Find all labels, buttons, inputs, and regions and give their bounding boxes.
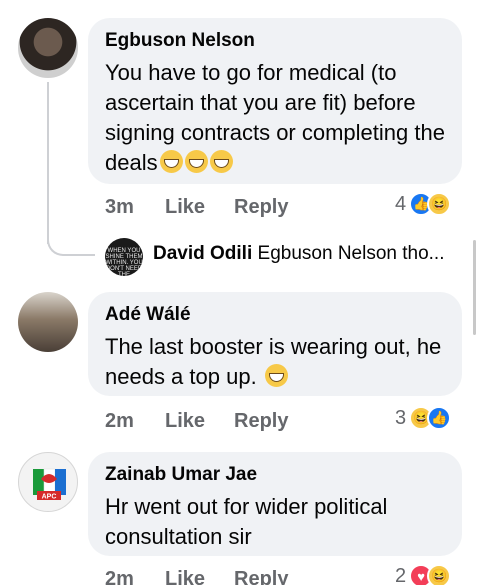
avatar-zainab-umar-jae[interactable]: APC bbox=[18, 452, 78, 512]
haha-icon: 😆 bbox=[427, 192, 452, 216]
comment-text: The last booster is wearing out, he need… bbox=[105, 334, 442, 389]
like-icon: 👍 bbox=[427, 406, 452, 430]
comment-time[interactable]: 3m bbox=[105, 196, 134, 219]
haha-icon: 😆 bbox=[427, 564, 452, 585]
reaction-count: 2 bbox=[395, 564, 407, 585]
reply-button[interactable]: Reply bbox=[234, 196, 288, 219]
thread-connector bbox=[47, 230, 95, 256]
scrollbar[interactable] bbox=[473, 240, 476, 335]
avatar-egbuson-nelson[interactable] bbox=[18, 18, 78, 78]
reaction-count: 3 bbox=[395, 406, 407, 429]
reactions-summary[interactable]: 4 👍 😆 bbox=[395, 191, 452, 217]
comment-author[interactable]: Adé Wálé bbox=[105, 304, 446, 326]
grin-emoji-icon bbox=[159, 150, 183, 173]
comment-time[interactable]: 2m bbox=[105, 568, 134, 585]
reply-button[interactable]: Reply bbox=[234, 568, 288, 585]
reactions-summary[interactable]: 2 ♥ 😆 bbox=[395, 563, 452, 585]
reactions-summary[interactable]: 3 😆 👍 bbox=[395, 405, 452, 431]
reply-snippet: Egbuson Nelson tho... bbox=[257, 243, 445, 264]
comment-bubble: Adé Wálé The last booster is wearing out… bbox=[88, 292, 462, 396]
reply-preview[interactable]: David Odili Egbuson Nelson tho... bbox=[153, 243, 445, 265]
thread-line bbox=[47, 82, 49, 244]
comment-bubble: Zainab Umar Jae Hr went out for wider po… bbox=[88, 452, 462, 556]
comment-time[interactable]: 2m bbox=[105, 410, 134, 433]
like-button[interactable]: Like bbox=[165, 196, 205, 219]
apc-logo: APC bbox=[33, 468, 66, 501]
comment-text: Hr went out for wider political consulta… bbox=[105, 494, 388, 549]
reply-button[interactable]: Reply bbox=[234, 410, 288, 433]
comment-bubble: Egbuson Nelson You have to go for medica… bbox=[88, 18, 462, 184]
reaction-count: 4 bbox=[395, 192, 407, 215]
comment-author[interactable]: Egbuson Nelson bbox=[105, 30, 446, 52]
grin-emoji-icon bbox=[184, 150, 208, 173]
like-button[interactable]: Like bbox=[165, 568, 205, 585]
comment-text: You have to go for medical (to ascertain… bbox=[105, 60, 445, 175]
avatar-david-odili[interactable]: WHEN YOU SHINE THEM WITHIN. YOU DON'T NE… bbox=[105, 238, 143, 276]
svg-text:APC: APC bbox=[42, 494, 57, 501]
grin-emoji-icon bbox=[209, 150, 233, 173]
grin-emoji-icon bbox=[264, 364, 288, 387]
avatar-ade-wale[interactable] bbox=[18, 292, 78, 352]
like-button[interactable]: Like bbox=[165, 410, 205, 433]
reply-author: David Odili bbox=[153, 243, 253, 264]
comment-author[interactable]: Zainab Umar Jae bbox=[105, 464, 446, 486]
